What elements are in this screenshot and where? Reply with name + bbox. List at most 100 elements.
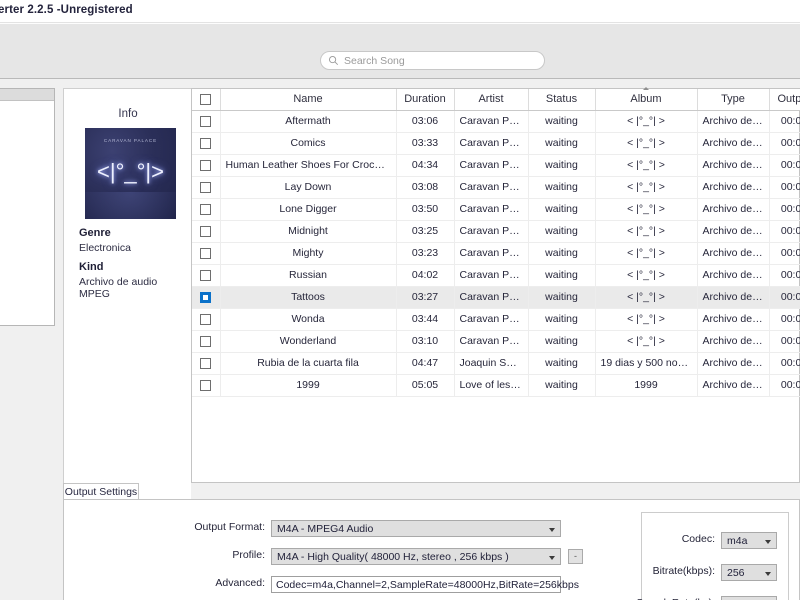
row-checkbox[interactable]: [200, 137, 212, 149]
field-advanced: Advanced: Codec=m4a,Channel=2,SampleRate…: [215, 576, 579, 593]
cell-name: Midnight: [220, 220, 397, 243]
row-checkbox-cell[interactable]: [192, 352, 221, 375]
row-checkbox[interactable]: [200, 181, 212, 193]
sort-ascending-icon: [643, 87, 649, 90]
field-codec: Codec: m4a: [682, 532, 777, 549]
table-row[interactable]: Aftermath 03:06 Caravan Palace waiting < |°_…: [192, 110, 800, 133]
table-row[interactable]: Human Leather Shoes For Crocodi... 04:34 C…: [192, 154, 800, 177]
album-art-artist: CARAVAN PALACE: [103, 138, 158, 143]
row-checkbox[interactable]: [200, 379, 212, 391]
cell-duration: 04:47: [396, 352, 455, 375]
row-checkbox[interactable]: [200, 313, 212, 325]
cell-output: 00:00: [769, 242, 800, 265]
row-checkbox-cell[interactable]: [192, 154, 221, 177]
samplerate-select[interactable]: 48000: [721, 596, 777, 600]
row-checkbox-cell[interactable]: [192, 176, 221, 199]
row-checkbox[interactable]: [200, 159, 212, 171]
row-checkbox[interactable]: [200, 291, 212, 303]
table-row[interactable]: Lone Digger 03:50 Caravan Palace waiting < |…: [192, 198, 800, 221]
song-table-container[interactable]: Name Duration Artist Status Album Type O…: [191, 87, 800, 483]
cell-status: waiting: [528, 198, 596, 221]
header-status[interactable]: Status: [528, 89, 596, 111]
row-checkbox-cell[interactable]: [192, 220, 221, 243]
cell-name: Wonda: [220, 308, 397, 331]
cell-status: waiting: [528, 308, 596, 331]
header-type[interactable]: Type: [697, 89, 770, 111]
cell-duration: 03:33: [396, 132, 455, 155]
table-row[interactable]: Russian 04:02 Caravan Palace waiting < |°_°|…: [192, 264, 800, 287]
cell-album: < |°_°| >: [595, 308, 698, 331]
info-metadata: Genre Electronica Kind Archivo de audio …: [79, 227, 191, 300]
header-artist[interactable]: Artist: [454, 89, 529, 111]
header-name[interactable]: Name: [220, 89, 397, 111]
table-row[interactable]: Wonderland 03:10 Caravan Palace waiting < |°…: [192, 330, 800, 353]
row-checkbox-cell[interactable]: [192, 198, 221, 221]
tab-output-settings[interactable]: Output Settings: [63, 483, 139, 500]
cell-album: < |°_°| >: [595, 110, 698, 133]
cell-status: waiting: [528, 154, 596, 177]
cell-status: waiting: [528, 242, 596, 265]
table-row[interactable]: Wonda 03:44 Caravan Palace waiting < |°_°| >…: [192, 308, 800, 331]
row-checkbox[interactable]: [200, 357, 212, 369]
row-checkbox-cell[interactable]: [192, 242, 221, 265]
cell-duration: 05:05: [396, 374, 455, 397]
row-checkbox[interactable]: [200, 247, 212, 259]
header-output[interactable]: Output: [769, 89, 800, 111]
cell-album: < |°_°| >: [595, 154, 698, 177]
header-duration[interactable]: Duration: [396, 89, 455, 111]
row-checkbox-cell[interactable]: [192, 374, 221, 397]
cell-album: < |°_°| >: [595, 198, 698, 221]
table-row[interactable]: Comics 03:33 Caravan Palace waiting < |°_°| …: [192, 132, 800, 155]
cell-type: Archivo de au...: [697, 176, 770, 199]
search-input[interactable]: Search Song: [320, 51, 545, 70]
header-album[interactable]: Album: [595, 87, 698, 111]
profile-select[interactable]: M4A - High Quality( 48000 Hz, stereo , 2…: [271, 548, 561, 565]
row-checkbox[interactable]: [200, 335, 212, 347]
cell-name: 1999: [220, 374, 397, 397]
cell-output: 00:00: [769, 176, 800, 199]
header-select-all[interactable]: [192, 89, 221, 111]
table-row[interactable]: Tattoos 03:27 Caravan Palace waiting < |°_°|…: [192, 286, 800, 309]
output-format-select[interactable]: M4A - MPEG4 Audio: [271, 520, 561, 537]
cell-artist: Caravan Palace: [454, 242, 529, 265]
table-row[interactable]: Midnight 03:25 Caravan Palace waiting < |°_°…: [192, 220, 800, 243]
cell-status: waiting: [528, 110, 596, 133]
genre-value: Electronica: [79, 242, 131, 254]
header-album-label: Album: [630, 93, 662, 106]
advanced-input[interactable]: Codec=m4a,Channel=2,SampleRate=48000Hz,B…: [271, 576, 579, 593]
output-format-label: Output Format:: [194, 521, 265, 533]
field-profile: Profile: M4A - High Quality( 48000 Hz, s…: [232, 548, 583, 565]
codec-select[interactable]: m4a: [721, 532, 777, 549]
bitrate-select[interactable]: 256: [721, 564, 777, 581]
album-art: CARAVAN PALACE <|°_°|>: [85, 128, 176, 219]
cell-album: < |°_°| >: [595, 286, 698, 309]
row-checkbox[interactable]: [200, 225, 212, 237]
title-bar: erter 2.2.5 -Unregistered: [0, 0, 800, 23]
cell-artist: Caravan Palace: [454, 220, 529, 243]
cell-name: Human Leather Shoes For Crocodi...: [220, 154, 397, 177]
profile-value: M4A - High Quality( 48000 Hz, stereo , 2…: [277, 551, 509, 563]
profile-label: Profile:: [232, 549, 265, 561]
row-checkbox[interactable]: [200, 203, 212, 215]
chevron-down-icon: [549, 556, 555, 560]
cell-name: Rubia de la cuarta fila: [220, 352, 397, 375]
row-checkbox-cell[interactable]: [192, 264, 221, 287]
table-row[interactable]: Rubia de la cuarta fila 04:47 Joaquin Sabi…: [192, 352, 800, 375]
search-icon: [329, 56, 339, 66]
row-checkbox-cell[interactable]: [192, 110, 221, 133]
select-all-checkbox[interactable]: [200, 93, 212, 105]
row-checkbox-cell[interactable]: [192, 132, 221, 155]
cell-artist: Caravan Palace: [454, 286, 529, 309]
row-checkbox-cell[interactable]: [192, 330, 221, 353]
profile-edit-button[interactable]: -: [568, 549, 583, 564]
table-row[interactable]: 1999 05:05 Love of lesbian waiting 1999 Archi…: [192, 374, 800, 397]
table-row[interactable]: Lay Down 03:08 Caravan Palace waiting < |°_°…: [192, 176, 800, 199]
bitrate-label: Bitrate(kbps):: [652, 565, 715, 577]
cell-artist: Caravan Palace: [454, 132, 529, 155]
table-row[interactable]: Mighty 03:23 Caravan Palace waiting < |°_°| …: [192, 242, 800, 265]
row-checkbox[interactable]: [200, 269, 212, 281]
row-checkbox-cell[interactable]: [192, 286, 221, 309]
cell-output: 00:00: [769, 374, 800, 397]
row-checkbox[interactable]: [200, 115, 212, 127]
row-checkbox-cell[interactable]: [192, 308, 221, 331]
